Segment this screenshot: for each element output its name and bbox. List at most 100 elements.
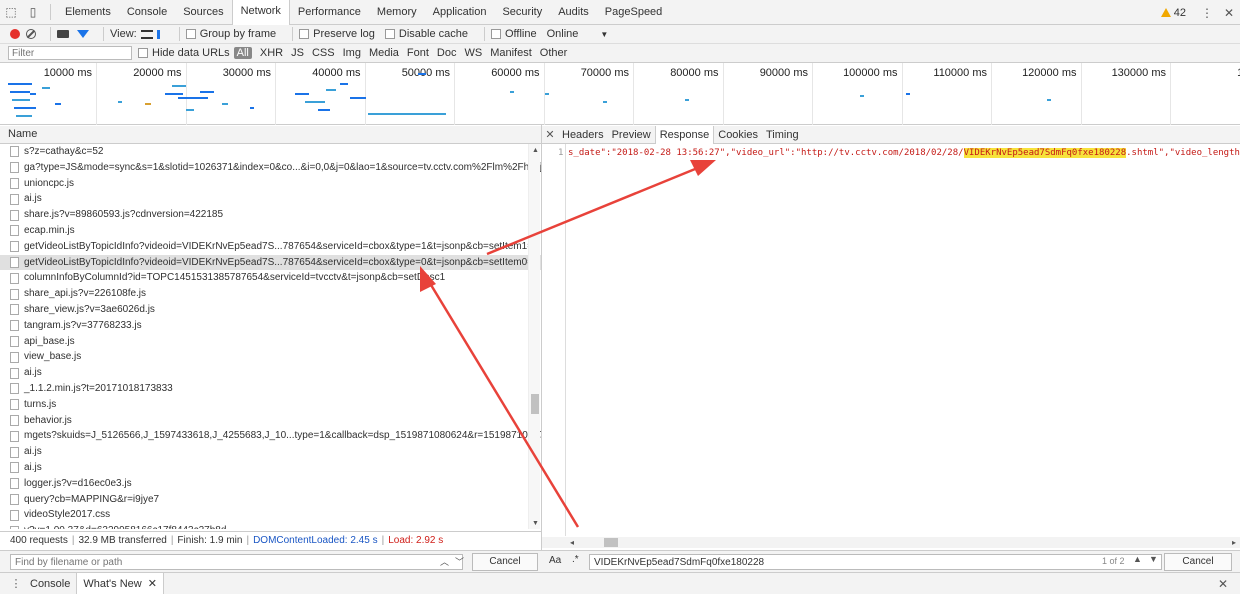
request-row[interactable]: mgets?skuids=J_5126566,J_1597433618,J_42… xyxy=(0,428,541,444)
cancel-search-button[interactable]: Cancel xyxy=(1164,553,1232,571)
filter-type-manifest[interactable]: Manifest xyxy=(486,47,536,59)
tab-security[interactable]: Security xyxy=(494,0,550,25)
request-row[interactable]: ga?type=JS&mode=sync&s=1&slotid=1026371&… xyxy=(0,160,541,176)
drawer-menu-icon[interactable]: ⋮ xyxy=(8,577,24,590)
request-row[interactable]: v?v=1.00.37&d=6329958166c17f8443c27b8d xyxy=(0,523,541,529)
scrollbar-thumb[interactable] xyxy=(531,394,539,414)
clear-icon[interactable] xyxy=(26,29,36,39)
filter-type-ws[interactable]: WS xyxy=(460,47,486,59)
preserve-log-checkbox[interactable]: Preserve log xyxy=(299,28,375,40)
close-drawer-icon[interactable]: ✕ xyxy=(1218,577,1228,591)
filter-type-all[interactable]: All xyxy=(233,47,252,59)
tab-elements[interactable]: Elements xyxy=(57,0,119,25)
filter-type-xhr[interactable]: XHR xyxy=(256,47,287,59)
previous-match-icon[interactable]: ▲ xyxy=(1133,554,1142,564)
disable-cache-checkbox[interactable]: Disable cache xyxy=(384,28,468,40)
filter-type-font[interactable]: Font xyxy=(403,47,433,59)
match-case-toggle[interactable]: Aa xyxy=(549,555,561,566)
close-detail-icon[interactable]: ✕ xyxy=(542,128,558,141)
tab-timing[interactable]: Timing xyxy=(762,126,803,144)
tab-memory[interactable]: Memory xyxy=(369,0,425,25)
find-by-filename-input[interactable] xyxy=(10,554,463,570)
scroll-right-icon[interactable]: ▸ xyxy=(1232,538,1236,547)
request-row[interactable]: ai.js xyxy=(0,444,541,460)
filter-type-doc[interactable]: Doc xyxy=(433,47,461,59)
cancel-find-button[interactable]: Cancel xyxy=(472,553,538,571)
timeline-overview[interactable]: 10000 ms 20000 ms 30000 ms 40000 ms 50000 ms… xyxy=(0,63,1240,125)
request-row[interactable]: behavior.js xyxy=(0,413,541,429)
group-by-frame-checkbox[interactable]: Group by frame xyxy=(185,28,276,40)
tab-audits[interactable]: Audits xyxy=(550,0,597,25)
chevron-down-icon: ▼ xyxy=(600,29,609,39)
tab-preview[interactable]: Preview xyxy=(608,126,655,144)
inspect-element-icon[interactable]: ⬚ xyxy=(0,0,22,25)
request-row[interactable]: share_api.js?v=226108fe.js xyxy=(0,286,541,302)
tab-response[interactable]: Response xyxy=(654,125,715,144)
close-tab-icon[interactable]: ✕ xyxy=(148,578,157,590)
tab-sources[interactable]: Sources xyxy=(175,0,231,25)
next-match-icon[interactable]: ﹀ xyxy=(455,555,464,568)
scrollbar-thumb[interactable] xyxy=(604,538,618,547)
record-icon[interactable] xyxy=(10,29,20,39)
kebab-menu-icon[interactable]: ⋮ xyxy=(1196,0,1218,25)
name-column-header[interactable]: Name xyxy=(0,126,541,144)
request-row[interactable]: videoStyle2017.css xyxy=(0,507,541,523)
tab-network[interactable]: Network xyxy=(231,0,290,25)
tab-application[interactable]: Application xyxy=(425,0,495,25)
offline-checkbox[interactable]: Offline xyxy=(490,28,537,40)
request-row[interactable]: ecap.min.js xyxy=(0,223,541,239)
close-devtools-icon[interactable]: ✕ xyxy=(1218,0,1240,25)
tab-cookies[interactable]: Cookies xyxy=(714,126,762,144)
request-row[interactable]: getVideoListByTopicIdInfo?videoid=VIDEKr… xyxy=(0,254,541,271)
filter-type-media[interactable]: Media xyxy=(365,47,403,59)
warnings-indicator[interactable]: 42 xyxy=(1160,7,1186,19)
tab-headers[interactable]: Headers xyxy=(558,126,608,144)
regex-toggle[interactable]: .* xyxy=(572,554,579,565)
filter-input[interactable] xyxy=(8,46,132,60)
scroll-down-icon[interactable]: ▼ xyxy=(532,520,539,527)
request-row[interactable]: view_base.js xyxy=(0,349,541,365)
request-row[interactable]: ai.js xyxy=(0,460,541,476)
filter-funnel-icon[interactable] xyxy=(77,30,89,38)
request-row[interactable]: _1.1.2.min.js?t=20171018173833 xyxy=(0,381,541,397)
response-viewer[interactable]: 1 s_date":"2018-02-28 13:56:27","video_u… xyxy=(542,144,1240,536)
tab-console[interactable]: Console xyxy=(119,0,175,25)
filter-type-img[interactable]: Img xyxy=(339,47,365,59)
throttling-select[interactable]: Online ▼ xyxy=(547,28,609,40)
request-row[interactable]: ai.js xyxy=(0,191,541,207)
request-list-scrollbar[interactable]: ▲ ▼ xyxy=(528,144,540,529)
request-row[interactable]: share_view.js?v=3ae6026d.js xyxy=(0,302,541,318)
tab-pagespeed[interactable]: PageSpeed xyxy=(597,0,671,25)
filter-type-css[interactable]: CSS xyxy=(308,47,339,59)
tab-performance[interactable]: Performance xyxy=(290,0,369,25)
request-name: tangram.js?v=37768233.js xyxy=(24,319,142,331)
response-horizontal-scrollbar[interactable]: ◂ ▸ xyxy=(542,537,1240,548)
request-row[interactable]: turns.js xyxy=(0,397,541,413)
hide-data-urls-checkbox[interactable]: Hide data URLs xyxy=(138,47,230,59)
scroll-up-icon[interactable]: ▲ xyxy=(532,147,539,154)
request-row[interactable]: s?z=cathay&c=52 xyxy=(0,144,541,160)
request-row[interactable]: columnInfoByColumnId?id=TOPC145153138578… xyxy=(0,270,541,286)
device-toolbar-icon[interactable]: ▯ xyxy=(22,0,44,25)
response-search-input[interactable] xyxy=(589,554,1162,570)
drawer-tab-whats-new[interactable]: What's New ✕ xyxy=(76,572,164,594)
waterfall-view-icon[interactable] xyxy=(156,29,169,39)
request-row[interactable]: getVideoListByTopicIdInfo?videoid=VIDEKr… xyxy=(0,239,541,255)
large-rows-icon[interactable] xyxy=(140,29,153,39)
request-row[interactable]: api_base.js xyxy=(0,334,541,350)
filter-type-js[interactable]: JS xyxy=(287,47,308,59)
scroll-left-icon[interactable]: ◂ xyxy=(570,538,574,547)
request-row[interactable]: tangram.js?v=37768233.js xyxy=(0,318,541,334)
file-icon xyxy=(10,225,19,237)
drawer-tab-console[interactable]: Console xyxy=(24,573,76,594)
response-code-line[interactable]: s_date":"2018-02-28 13:56:27","video_url… xyxy=(568,148,1240,158)
request-row[interactable]: ai.js xyxy=(0,365,541,381)
request-row[interactable]: logger.js?v=d16ec0e3.js xyxy=(0,476,541,492)
request-row[interactable]: query?cb=MAPPING&r=i9jye7 xyxy=(0,492,541,508)
previous-match-icon[interactable]: ︿ xyxy=(440,555,449,568)
request-row[interactable]: unioncpc.js xyxy=(0,176,541,192)
next-match-icon[interactable]: ▼ xyxy=(1149,554,1158,564)
screenshot-camera-icon[interactable] xyxy=(57,30,69,38)
filter-type-other[interactable]: Other xyxy=(536,47,572,59)
request-row[interactable]: share.js?v=89860593.js?cdnversion=422185 xyxy=(0,207,541,223)
